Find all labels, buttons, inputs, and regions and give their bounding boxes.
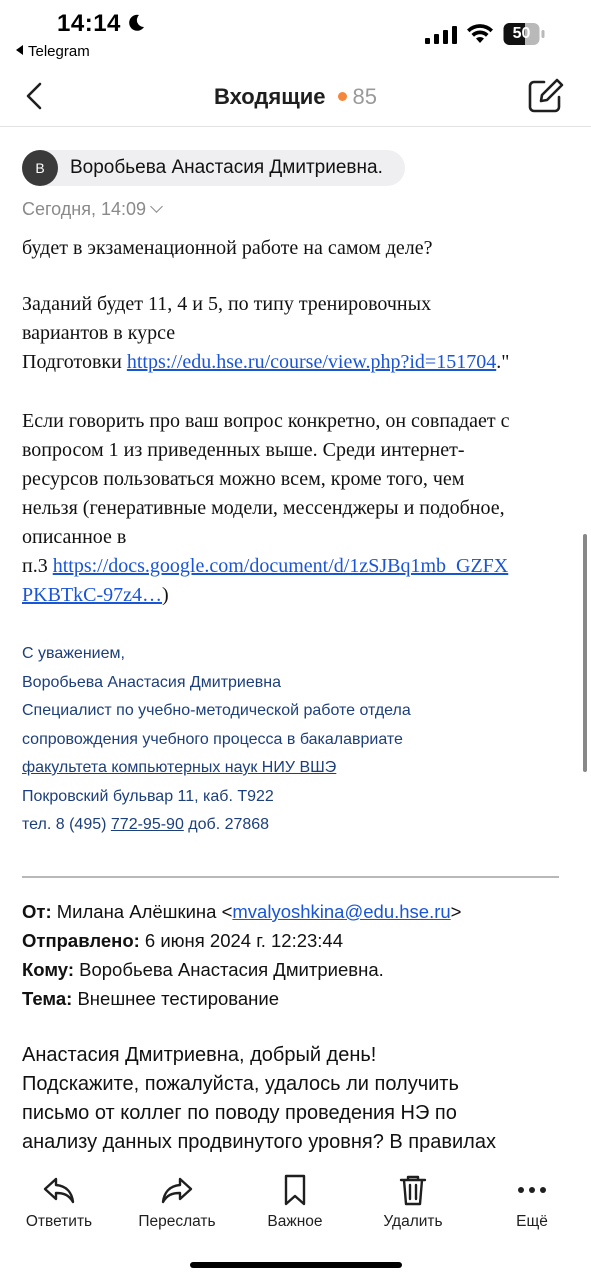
signature-position: Специалист по учебно-методической работе…: [22, 702, 411, 719]
from-email-link[interactable]: mvalyoshkina@edu.hse.ru: [232, 901, 450, 922]
more-label: Ещё: [516, 1213, 548, 1230]
body-text: нельзя (генеративные модели, мессенджеры…: [22, 497, 505, 519]
back-to-app-link[interactable]: Telegram: [16, 43, 90, 60]
body-text: будет в экзаменационной работе на самом …: [22, 237, 433, 259]
reply-button[interactable]: Ответить: [0, 1173, 118, 1231]
forward-icon: [161, 1177, 193, 1204]
sender-name: Воробьева Анастасия Дмитриевна.: [70, 157, 383, 178]
back-app-label: Telegram: [28, 43, 90, 60]
forward-button[interactable]: Переслать: [118, 1173, 236, 1231]
body-text-with-link: Подготовки https://edu.hse.ru/course/vie…: [22, 348, 567, 377]
unread-dot-icon: [337, 91, 347, 101]
forward-label: Переслать: [138, 1213, 216, 1230]
body-paragraph-answer: Если говорить про ваш вопрос конкретно, …: [22, 407, 567, 610]
body-text-with-link: PKBTkC-97z4…): [22, 581, 567, 610]
trash-icon: [399, 1175, 427, 1206]
quoted-message: Анастасия Дмитриевна, добрый день! Подск…: [22, 1041, 572, 1157]
quoted-text: анализу данных продвинутого уровня? В пр…: [22, 1131, 496, 1153]
compose-icon[interactable]: [527, 78, 565, 114]
signature-faculty-link[interactable]: факультета компьютерных наук НИУ ВШЭ: [22, 759, 336, 776]
from-close: >: [450, 901, 462, 922]
to-value: Воробьева Анастасия Дмитриевна.: [74, 959, 384, 980]
chevron-down-icon: [150, 200, 163, 213]
quoted-text: Анастасия Дмитриевна, добрый день!: [22, 1044, 377, 1066]
quoted-from: От: Милана Алёшкина <mvalyoshkina@edu.hs…: [22, 897, 572, 926]
body-text: Заданий будет 11, 4 и 5, по типу трениро…: [22, 293, 432, 315]
delete-label: Удалить: [383, 1213, 443, 1230]
wifi-icon: [467, 24, 493, 43]
quoted-header: От: Милана Алёшкина <mvalyoshkina@edu.hs…: [22, 897, 572, 1013]
body-text: описанное в: [22, 526, 127, 548]
body-text: вопросом 1 из приведенных выше. Среди ин…: [22, 439, 465, 461]
signature-position: сопровождения учебного процесса в бакала…: [22, 730, 403, 748]
reply-icon: [43, 1177, 75, 1204]
nav-divider: [0, 126, 591, 127]
nav-bar: Входящие 85: [0, 70, 591, 126]
important-button[interactable]: Важное: [236, 1173, 354, 1231]
body-text: ): [162, 584, 169, 606]
important-label: Важное: [267, 1213, 323, 1230]
sent-value: 6 июня 2024 г. 12:23:44: [139, 930, 344, 951]
scrollbar[interactable]: [583, 534, 587, 772]
body-text: Если говорить про ваш вопрос конкретно, …: [22, 410, 510, 432]
body-text: .": [496, 351, 510, 373]
subject-value: Внешнее тестирование: [72, 988, 280, 1009]
moon-icon: [129, 14, 144, 31]
from-label: От:: [22, 901, 52, 922]
body-text-with-link: п.3 https://docs.google.com/document/d/1…: [22, 552, 567, 581]
signature-phone: тел. 8 (495) 772-95-90 доб. 27868: [22, 811, 567, 840]
sent-label: Отправлено:: [22, 930, 140, 951]
phone-prefix: тел. 8 (495): [22, 816, 111, 833]
quoted-text: письмо от коллег по поводу проведения НЭ…: [22, 1102, 457, 1124]
more-dots-icon: [518, 1187, 546, 1193]
quote-separator: [22, 876, 559, 878]
body-paragraph-tasks: Заданий будет 11, 4 и 5, по типу трениро…: [22, 290, 567, 377]
status-bar: 14:14 Telegram 50: [0, 0, 591, 70]
signature-greeting: С уважением,: [22, 645, 125, 662]
mailbox-title: Входящие: [213, 84, 326, 109]
avatar: В: [22, 150, 58, 186]
phone-link[interactable]: 772-95-90: [111, 816, 184, 833]
from-name: Милана Алёшкина <: [51, 901, 233, 922]
home-indicator[interactable]: [190, 1262, 402, 1268]
quoted-sent: Отправлено: 6 июня 2024 г. 12:23:44: [22, 926, 572, 955]
battery-level: 50: [512, 25, 531, 42]
body-text: Подготовки: [22, 351, 127, 373]
quoted-text: Подскажите, пожалуйста, удалось ли получ…: [22, 1073, 459, 1095]
battery-icon: 50: [503, 22, 545, 46]
to-label: Кому:: [22, 959, 74, 980]
back-triangle-icon: [16, 45, 23, 55]
signature-name: Воробьева Анастасия Дмитриевна: [22, 673, 281, 691]
bookmark-icon: [284, 1174, 306, 1206]
subject-label: Тема:: [22, 988, 73, 1009]
body-line: будет в экзаменационной работе на самом …: [22, 234, 567, 263]
quoted-subject: Тема: Внешнее тестирование: [22, 984, 572, 1013]
email-date-text: Сегодня, 14:09: [22, 199, 147, 219]
signature-address: Покровский бульвар 11, каб. Т922: [22, 787, 274, 805]
delete-button[interactable]: Удалить: [354, 1173, 472, 1231]
nav-title: Входящие 85: [0, 84, 591, 110]
cellular-signal-icon: [425, 26, 457, 44]
docs-link-continued[interactable]: PKBTkC-97z4…: [22, 584, 162, 606]
signature-block: С уважением, Воробьева Анастасия Дмитрие…: [22, 640, 567, 840]
reply-label: Ответить: [25, 1213, 93, 1230]
sender-chip[interactable]: В Воробьева Анастасия Дмитриевна.: [22, 150, 405, 186]
status-time: 14:14: [57, 10, 121, 37]
email-date[interactable]: Сегодня, 14:09: [22, 199, 163, 220]
phone-suffix: доб. 27868: [183, 816, 270, 833]
quoted-to: Кому: Воробьева Анастасия Дмитриевна.: [22, 955, 572, 984]
docs-link[interactable]: https://docs.google.com/document/d/1zSJB…: [53, 555, 509, 577]
unread-count: 85: [352, 84, 378, 109]
body-text: ресурсов пользоваться можно всем, кроме …: [22, 468, 465, 490]
course-link[interactable]: https://edu.hse.ru/course/view.php?id=15…: [127, 351, 496, 373]
more-button[interactable]: Ещё: [473, 1173, 591, 1231]
body-text: вариантов в курсе: [22, 322, 176, 344]
body-text: п.3: [22, 555, 53, 577]
